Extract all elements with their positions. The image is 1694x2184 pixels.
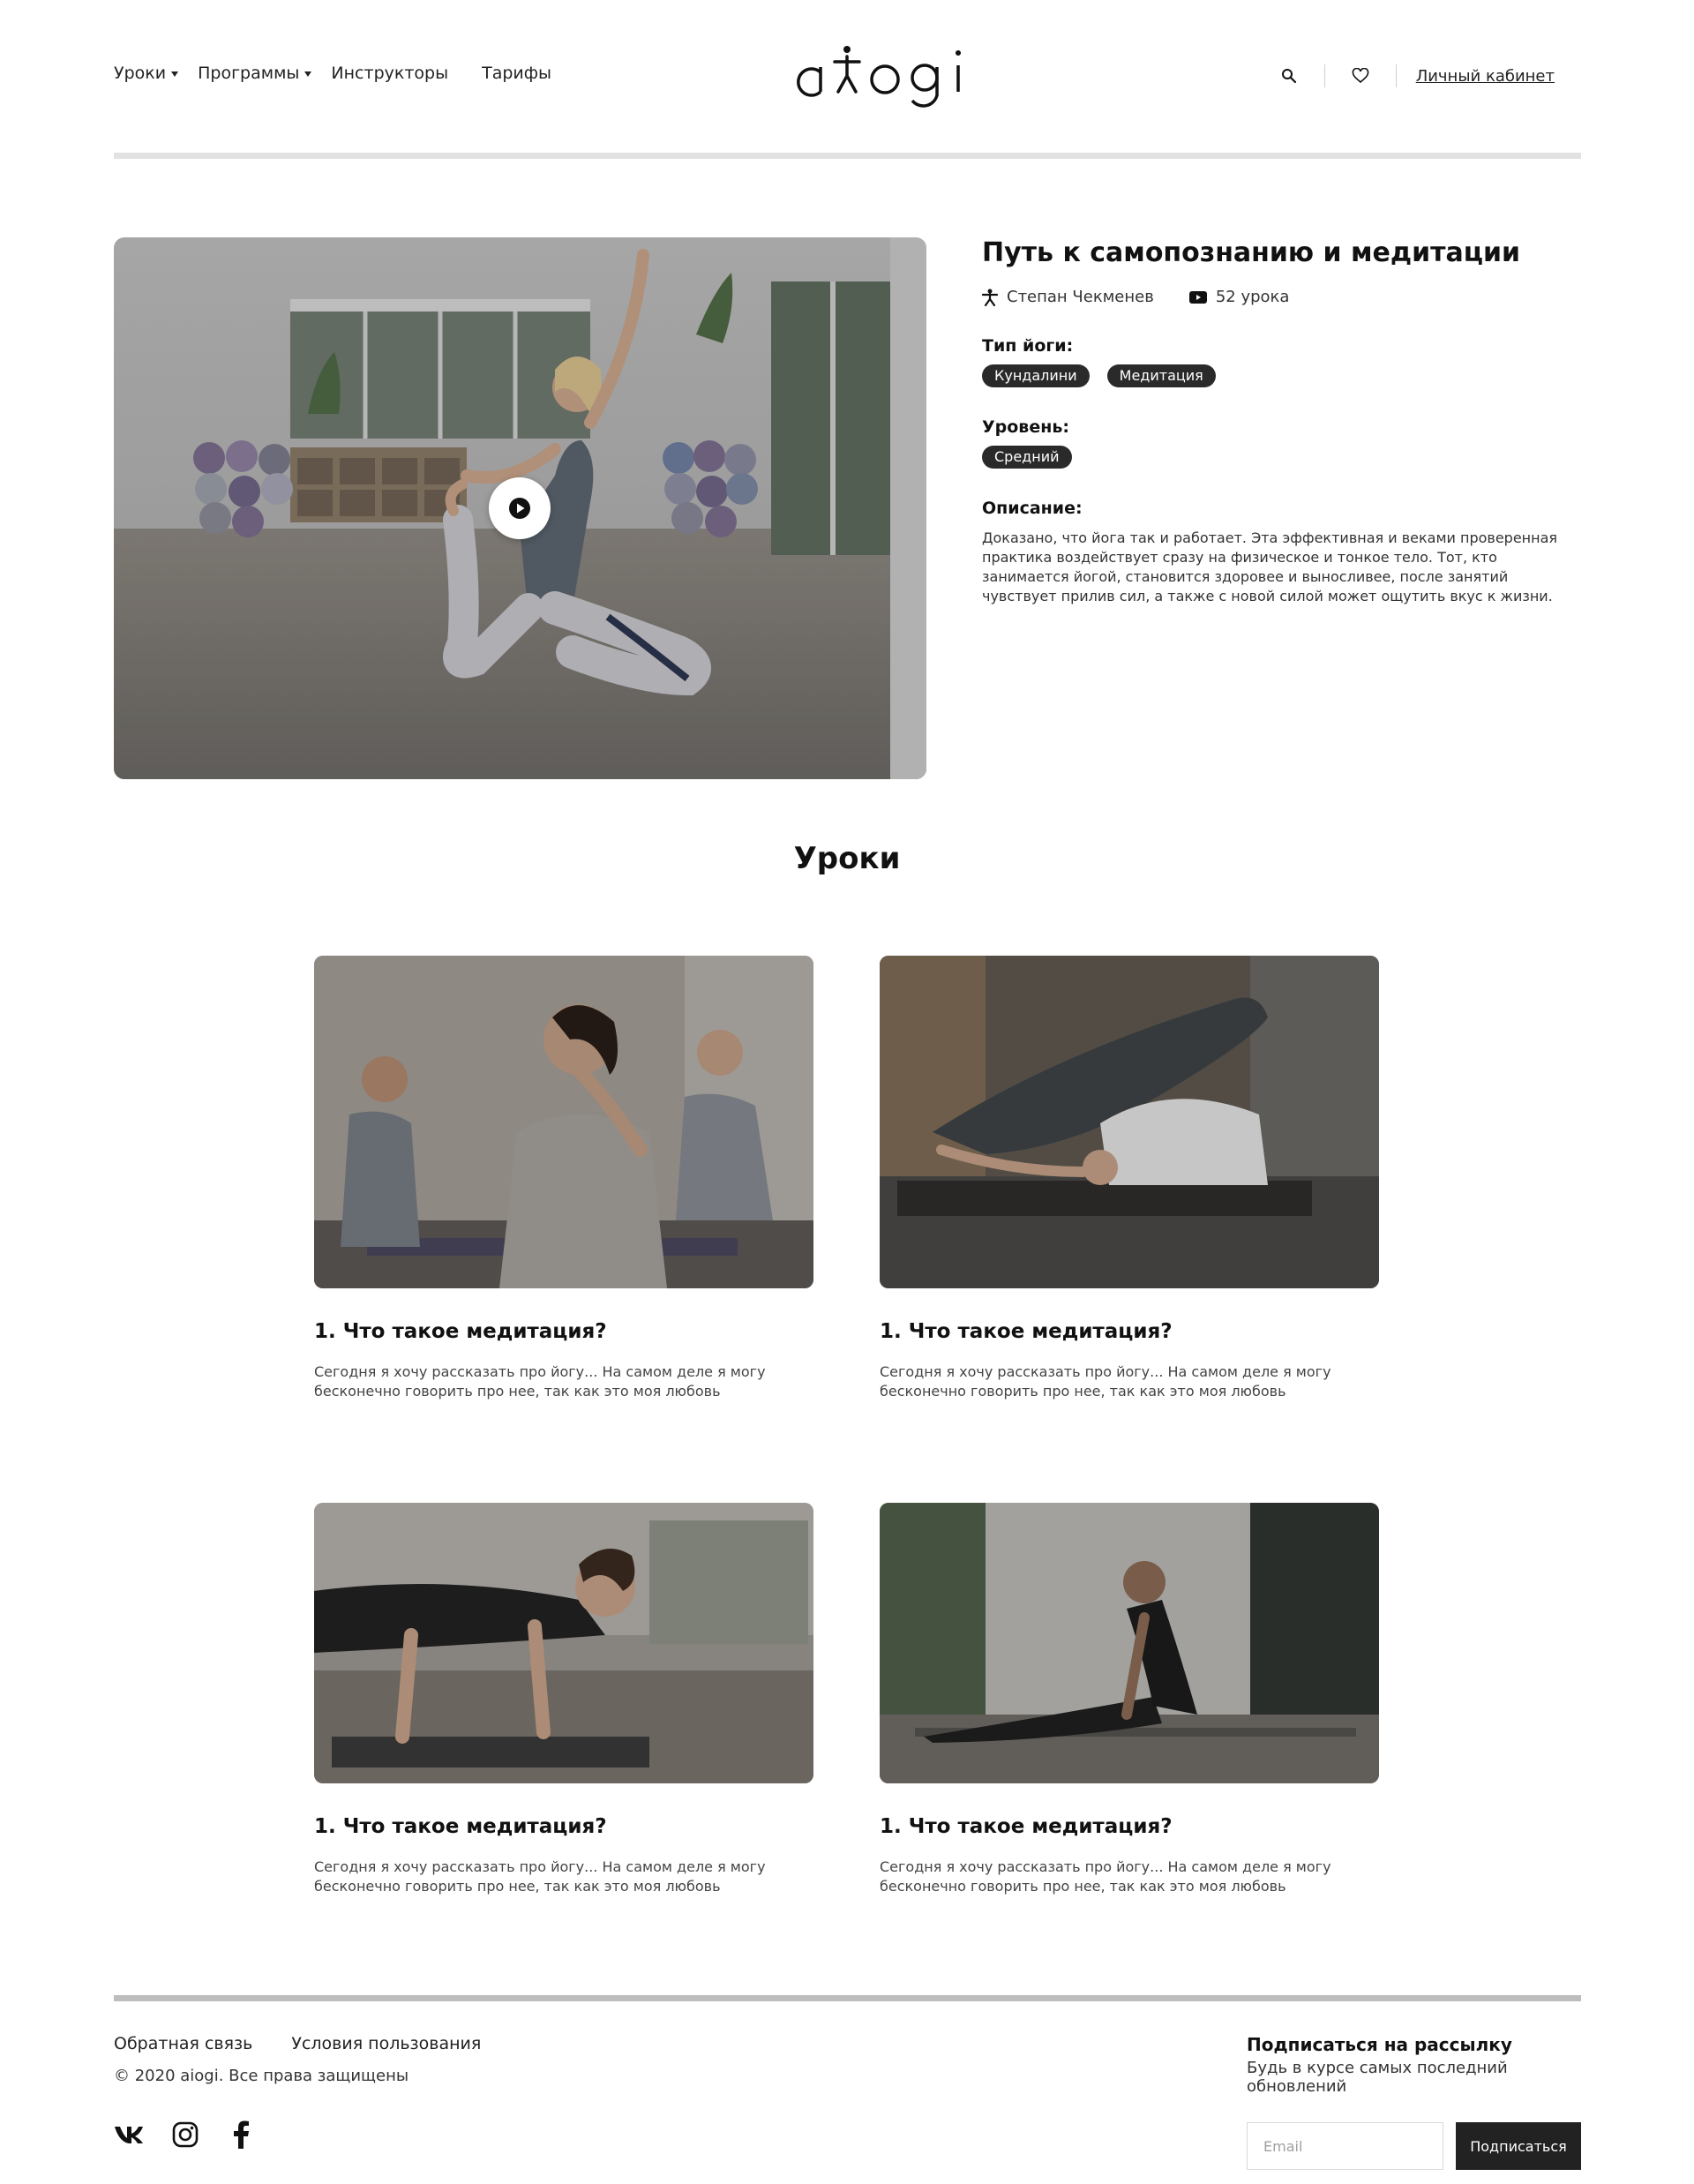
caret-down-icon (304, 71, 312, 77)
lesson-description: Сегодня я хочу рассказать про йогу... На… (314, 1858, 766, 1895)
main-nav: Уроки Программы Инструкторы Тарифы (114, 64, 551, 83)
program-meta: Степан Чекменев 52 урока (982, 288, 1566, 306)
description-label: Описание: (982, 499, 1083, 518)
heart-icon[interactable] (1345, 60, 1376, 92)
search-icon[interactable] (1273, 60, 1305, 92)
email-field[interactable] (1247, 2122, 1443, 2170)
vk-icon[interactable] (114, 2120, 144, 2150)
level-label: Уровень: (982, 417, 1069, 437)
facebook-icon[interactable] (227, 2120, 257, 2150)
lesson-title: 1. Что такое медитация? (314, 1815, 607, 1838)
lesson-card[interactable]: 1. Что такое медитация? Сегодня я хочу р… (880, 1503, 1379, 1896)
program-title: Путь к самопознанию и медитации (982, 237, 1521, 268)
newsletter-subscribe: Подписаться на рассылку Будь в курсе сам… (1247, 2034, 1581, 2170)
play-button[interactable] (489, 477, 551, 539)
lesson-title: 1. Что такое медитация? (880, 1320, 1173, 1343)
lesson-description: Сегодня я хочу рассказать про йогу... На… (880, 1363, 1331, 1400)
footer-divider (114, 1995, 1581, 2001)
lessons-count: 52 урока (1215, 288, 1290, 306)
nav-item-label: Уроки (114, 64, 167, 83)
lesson-card[interactable]: 1. Что такое медитация? Сегодня я хочу р… (880, 956, 1379, 1401)
nav-item-label: Тарифы (482, 64, 552, 83)
divider (1395, 64, 1397, 87)
lessons-section-title: Уроки (793, 841, 901, 876)
lesson-card[interactable]: 1. Что такое медитация? Сегодня я хочу р… (314, 956, 813, 1401)
program-video[interactable] (114, 237, 926, 779)
instructor-meta[interactable]: Степан Чекменев (982, 288, 1154, 306)
level-tags: Средний (982, 446, 1566, 469)
person-yoga-icon (982, 289, 998, 306)
header-actions: Личный кабинет (1273, 60, 1555, 92)
play-icon (509, 498, 530, 519)
lesson-image (880, 956, 1379, 1288)
copyright: © 2020 aiogi. Все права защищены (114, 2067, 409, 2085)
feedback-link[interactable]: Обратная связь (114, 2034, 252, 2053)
nav-item-instructors[interactable]: Инструкторы (331, 64, 448, 83)
account-link[interactable]: Личный кабинет (1416, 67, 1555, 86)
subscribe-form: Подписаться (1247, 2122, 1581, 2170)
social-links (114, 2120, 283, 2150)
lesson-title: 1. Что такое медитация? (314, 1320, 607, 1343)
subscribe-button[interactable]: Подписаться (1456, 2122, 1581, 2170)
nav-item-lessons[interactable]: Уроки (114, 64, 179, 83)
video-icon (1188, 290, 1207, 304)
tag-kundalini[interactable]: Кундалини (982, 364, 1090, 387)
header-divider (114, 153, 1581, 159)
terms-link[interactable]: Условия пользования (291, 2034, 481, 2053)
logo-icon (797, 46, 961, 108)
lesson-image (880, 1503, 1379, 1783)
lesson-image (314, 956, 813, 1288)
subscribe-subtitle: Будь в курсе самых последний обновлений (1247, 2059, 1508, 2096)
lesson-description: Сегодня я хочу рассказать про йогу... На… (880, 1858, 1331, 1895)
instructor-name: Степан Чекменев (1007, 288, 1154, 306)
nav-item-label: Инструкторы (331, 64, 449, 83)
nav-item-pricing[interactable]: Тарифы (482, 64, 551, 83)
lesson-description: Сегодня я хочу рассказать про йогу... На… (314, 1363, 766, 1400)
site-logo[interactable] (791, 37, 993, 109)
site-header: Уроки Программы Инструкторы Тарифы Личны… (114, 0, 1581, 154)
subscribe-title: Подписаться на рассылку (1247, 2034, 1512, 2055)
lessons-count-meta: 52 урока (1188, 288, 1290, 306)
lesson-card[interactable]: 1. Что такое медитация? Сегодня я хочу р… (314, 1503, 813, 1896)
yoga-type-tags: Кундалини Медитация (982, 364, 1566, 387)
caret-down-icon (171, 71, 179, 77)
lesson-title: 1. Что такое медитация? (880, 1815, 1173, 1838)
program-description: Доказано, что йога так и работает. Эта э… (982, 529, 1558, 604)
lesson-image (314, 1503, 813, 1783)
footer-links: Обратная связь Условия пользования (114, 2034, 520, 2053)
nav-item-label: Программы (198, 64, 300, 83)
tag-meditation[interactable]: Медитация (1106, 364, 1216, 387)
program-info: Путь к самопознанию и медитации Степан Ч… (982, 235, 1566, 606)
divider (1323, 64, 1325, 87)
tag-level[interactable]: Средний (982, 446, 1072, 469)
instagram-icon[interactable] (170, 2120, 200, 2150)
nav-item-programs[interactable]: Программы (198, 64, 312, 83)
yoga-type-label: Тип йоги: (982, 336, 1074, 356)
